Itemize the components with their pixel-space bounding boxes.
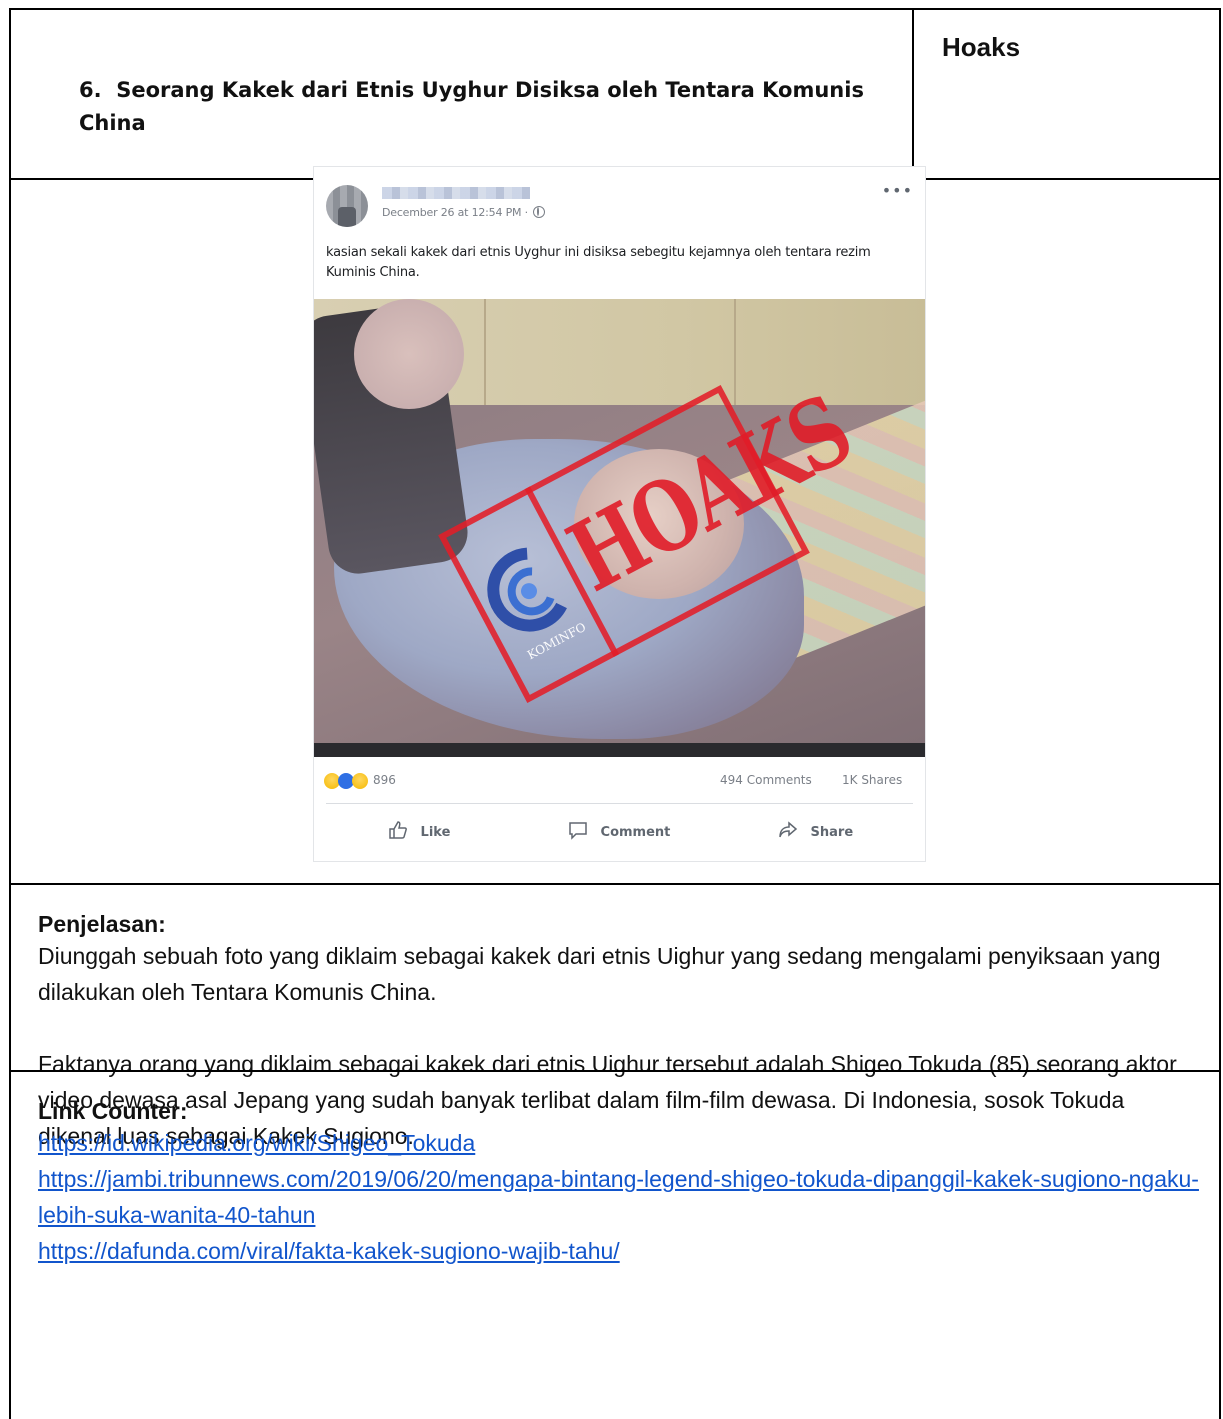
social-post-screenshot: December 26 at 12:54 PM · ••• kasian sek… [313, 166, 926, 862]
blurred-username [382, 187, 530, 199]
shares-count: 1K Shares [842, 773, 903, 787]
links-row: Link Counter: https://id.wikipedia.org/w… [9, 1070, 1221, 1419]
post-photo: KOMINFO HOAKS [314, 299, 925, 757]
share-label: Share [810, 825, 854, 840]
share-action: Share [778, 820, 853, 840]
status-cell: Hoaks [914, 10, 1219, 178]
post-actions: Like Comment Share [326, 803, 913, 852]
explanation-row: Penjelasan: Diunggah sebuah foto yang di… [9, 883, 1221, 1149]
comments-count: 494 Comments [720, 773, 812, 787]
title-row: 6. Seorang Kakek dari Etnis Uyghur Disik… [9, 8, 1221, 178]
photo-wall-seam [484, 299, 486, 409]
comment-action: Comment [568, 820, 670, 840]
avatar [326, 185, 368, 227]
counter-link[interactable]: https://dafunda.com/viral/fakta-kakek-su… [38, 1233, 1203, 1269]
reaction-count: 896 [373, 773, 396, 787]
counter-link[interactable]: https://id.wikipedia.org/wiki/Shigeo_Tok… [38, 1125, 1203, 1161]
title-cell: 6. Seorang Kakek dari Etnis Uyghur Disik… [11, 10, 914, 178]
explanation-paragraph: Diunggah sebuah foto yang diklaim sebaga… [38, 943, 1161, 1005]
reactions-bar: 896 494 Comments 1K Shares [314, 769, 925, 795]
post-text: kasian sekali kakek dari etnis Uyghur in… [326, 245, 871, 280]
post-meta: December 26 at 12:54 PM · [382, 206, 546, 219]
links-heading: Link Counter: [38, 1098, 188, 1124]
photo-hand [354, 299, 464, 409]
evidence-row: December 26 at 12:54 PM · ••• kasian sek… [9, 166, 1221, 883]
status-label: Hoaks [942, 32, 1021, 62]
comment-icon [569, 822, 587, 840]
more-options-icon: ••• [881, 181, 913, 200]
like-action: Like [388, 820, 450, 840]
like-label: Like [420, 825, 451, 840]
comment-label: Comment [600, 825, 671, 840]
item-number: 6. [79, 78, 102, 102]
thumbs-up-icon [389, 821, 407, 839]
post-timestamp: December 26 at 12:54 PM · [382, 206, 528, 219]
counter-links: https://id.wikipedia.org/wiki/Shigeo_Tok… [38, 1125, 1203, 1269]
photo-bottom-strip [314, 743, 925, 757]
photo-wall-seam [734, 299, 736, 409]
counter-link[interactable]: https://jambi.tribunnews.com/2019/06/20/… [38, 1161, 1203, 1233]
share-arrow-icon [779, 821, 798, 838]
item-title-text: Seorang Kakek dari Etnis Uyghur Disiksa … [79, 78, 864, 135]
sad-reaction-icon [352, 773, 368, 789]
globe-icon [533, 206, 546, 218]
fact-check-document: 6. Seorang Kakek dari Etnis Uyghur Disik… [0, 0, 1223, 1419]
item-title: 6. Seorang Kakek dari Etnis Uyghur Disik… [79, 74, 899, 140]
explanation-heading: Penjelasan: [38, 911, 166, 937]
